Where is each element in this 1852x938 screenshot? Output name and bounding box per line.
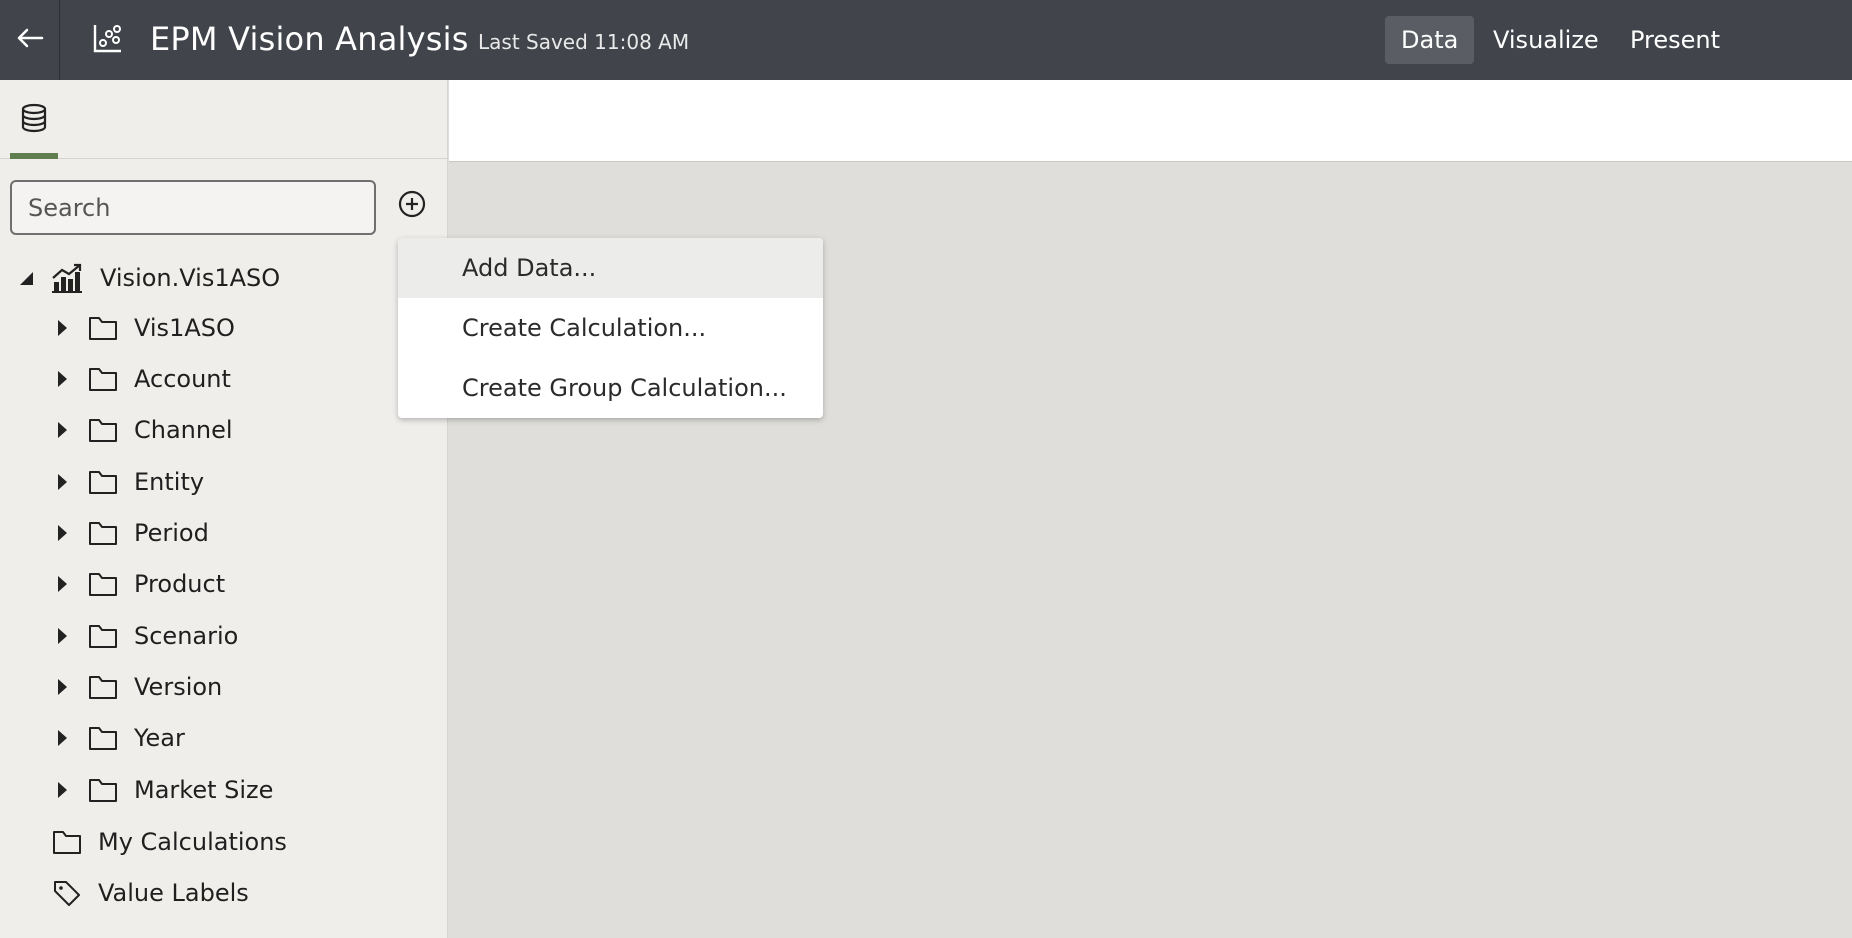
tree-item-label: Version	[134, 673, 223, 701]
expand-triangle-icon[interactable]	[50, 624, 74, 648]
folder-icon	[88, 570, 120, 598]
tree-item-product[interactable]: Product	[50, 562, 225, 606]
page-title: EPM Vision Analysis	[150, 20, 469, 58]
folder-icon	[52, 828, 84, 856]
search-input[interactable]	[10, 180, 376, 235]
add-menu: Add Data... Create Calculation... Create…	[398, 238, 823, 418]
tree-item-version[interactable]: Version	[50, 665, 222, 709]
tree-item-label: Entity	[134, 468, 205, 496]
tab-visualize[interactable]: Visualize	[1477, 16, 1615, 64]
expand-triangle-icon[interactable]	[50, 778, 74, 802]
tree-item-label: Vision.Vis1ASO	[100, 264, 281, 292]
tree-item-my-calculations[interactable]: My Calculations	[52, 820, 287, 864]
tag-icon	[52, 879, 84, 907]
tree-item-label: My Calculations	[98, 828, 287, 856]
collapse-triangle-icon[interactable]	[14, 266, 38, 290]
expand-triangle-icon[interactable]	[50, 470, 74, 494]
scatter-chart-icon	[92, 22, 124, 54]
tree-item-label: Scenario	[134, 622, 239, 650]
tab-present[interactable]: Present	[1614, 16, 1736, 64]
folder-icon	[88, 314, 120, 342]
folder-icon	[88, 776, 120, 804]
tree-item-label: Account	[134, 365, 231, 393]
expand-triangle-icon[interactable]	[50, 316, 74, 340]
tree-item-label: Channel	[134, 416, 233, 444]
folder-icon	[88, 416, 120, 444]
chart-icon	[50, 262, 86, 294]
tree-root-vision-vis1aso[interactable]: Vision.Vis1ASO	[14, 256, 280, 300]
tree-item-scenario[interactable]: Scenario	[50, 614, 238, 658]
data-panel: Vision.Vis1ASO Vis1ASO Account Channel E…	[0, 80, 448, 938]
tree-item-vis1aso[interactable]: Vis1ASO	[50, 306, 235, 350]
folder-icon	[88, 673, 120, 701]
tree-item-label: Value Labels	[98, 879, 249, 907]
folder-icon	[88, 365, 120, 393]
tree-item-label: Year	[134, 724, 185, 752]
arrow-left-icon	[16, 28, 44, 52]
tree-item-value-labels[interactable]: Value Labels	[52, 871, 249, 915]
folder-icon	[88, 468, 120, 496]
menu-item-create-group-calculation[interactable]: Create Group Calculation...	[398, 358, 823, 418]
back-button[interactable]	[0, 0, 60, 80]
add-button[interactable]	[394, 188, 430, 224]
tree-item-account[interactable]: Account	[50, 357, 231, 401]
tree-item-entity[interactable]: Entity	[50, 460, 204, 504]
tree-item-label: Vis1ASO	[134, 314, 235, 342]
tree-item-market-size[interactable]: Market Size	[50, 768, 273, 812]
folder-icon	[88, 724, 120, 752]
canvas-toolbar	[449, 80, 1852, 162]
menu-item-add-data[interactable]: Add Data...	[398, 238, 823, 298]
folder-icon	[88, 519, 120, 547]
tree-item-label: Market Size	[134, 776, 274, 804]
expand-triangle-icon[interactable]	[50, 726, 74, 750]
expand-triangle-icon[interactable]	[50, 367, 74, 391]
folder-icon	[88, 622, 120, 650]
top-bar: EPM Vision Analysis Last Saved 11:08 AM …	[0, 0, 1852, 80]
last-saved-status: Last Saved 11:08 AM	[478, 30, 690, 54]
tab-data[interactable]: Data	[1385, 16, 1475, 64]
tab-data-sources[interactable]	[10, 80, 58, 159]
panel-tabs	[0, 80, 448, 159]
menu-item-create-calculation[interactable]: Create Calculation...	[398, 298, 823, 358]
expand-triangle-icon[interactable]	[50, 521, 74, 545]
tree-item-channel[interactable]: Channel	[50, 408, 233, 452]
tree-item-label: Product	[134, 570, 226, 598]
database-icon	[20, 103, 48, 137]
plus-circle-icon	[397, 189, 427, 223]
tree-item-period[interactable]: Period	[50, 511, 209, 555]
expand-triangle-icon[interactable]	[50, 418, 74, 442]
expand-triangle-icon[interactable]	[50, 572, 74, 596]
tree-item-year[interactable]: Year	[50, 716, 185, 760]
tree-item-label: Period	[134, 519, 209, 547]
expand-triangle-icon[interactable]	[50, 675, 74, 699]
